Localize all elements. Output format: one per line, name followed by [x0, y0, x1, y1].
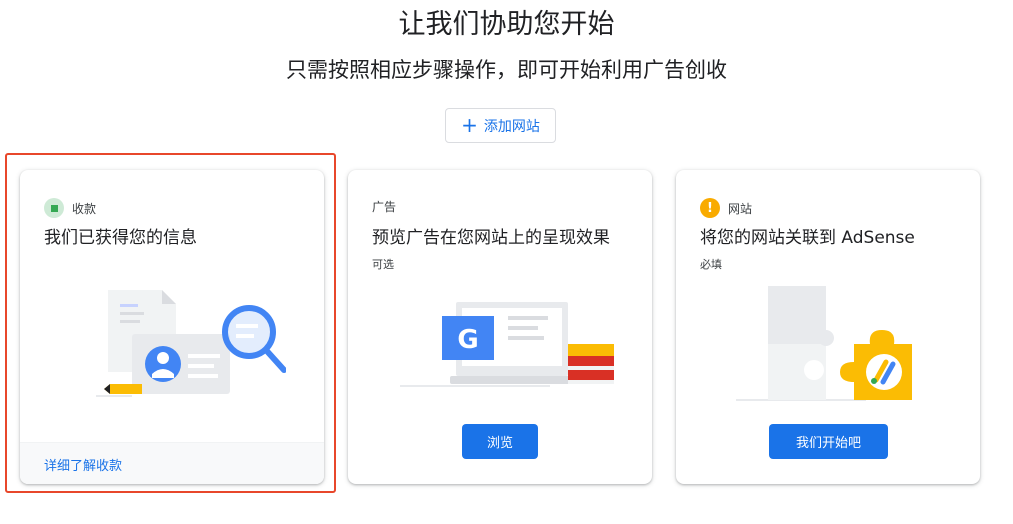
- highlight-box: [5, 153, 336, 493]
- sites-tag-label: 网站: [728, 201, 753, 216]
- sites-tag: ! 网站: [700, 198, 752, 218]
- sites-card-title: 将您的网站关联到 AdSense: [700, 228, 915, 248]
- plus-icon: +: [461, 112, 478, 137]
- ads-card-optional: 可选: [372, 258, 394, 271]
- page-subtitle: 只需按照相应步骤操作，即可开始利用广告创收: [286, 58, 727, 82]
- get-started-button[interactable]: 我们开始吧: [769, 424, 888, 459]
- google-g-icon: G: [457, 325, 478, 355]
- warning-icon: !: [700, 198, 720, 218]
- ads-preview-illustration: G: [400, 302, 614, 387]
- ads-card: 广告 预览广告在您网站上的呈现效果 可选 G 浏览: [348, 170, 652, 484]
- ads-tag-label: 广告: [372, 200, 397, 214]
- connect-site-illustration: [736, 286, 912, 401]
- ads-card-title: 预览广告在您网站上的呈现效果: [372, 228, 610, 248]
- sites-card: ! 网站 将您的网站关联到 AdSense 必填 我们开始吧: [676, 170, 980, 484]
- add-site-label: 添加网站: [483, 118, 540, 135]
- add-site-button[interactable]: + 添加网站: [445, 108, 556, 143]
- page-title: 让我们协助您开始: [398, 9, 615, 40]
- browse-button[interactable]: 浏览: [462, 424, 538, 459]
- sites-card-required: 必填: [700, 258, 722, 271]
- ads-tag: 广告: [372, 198, 396, 215]
